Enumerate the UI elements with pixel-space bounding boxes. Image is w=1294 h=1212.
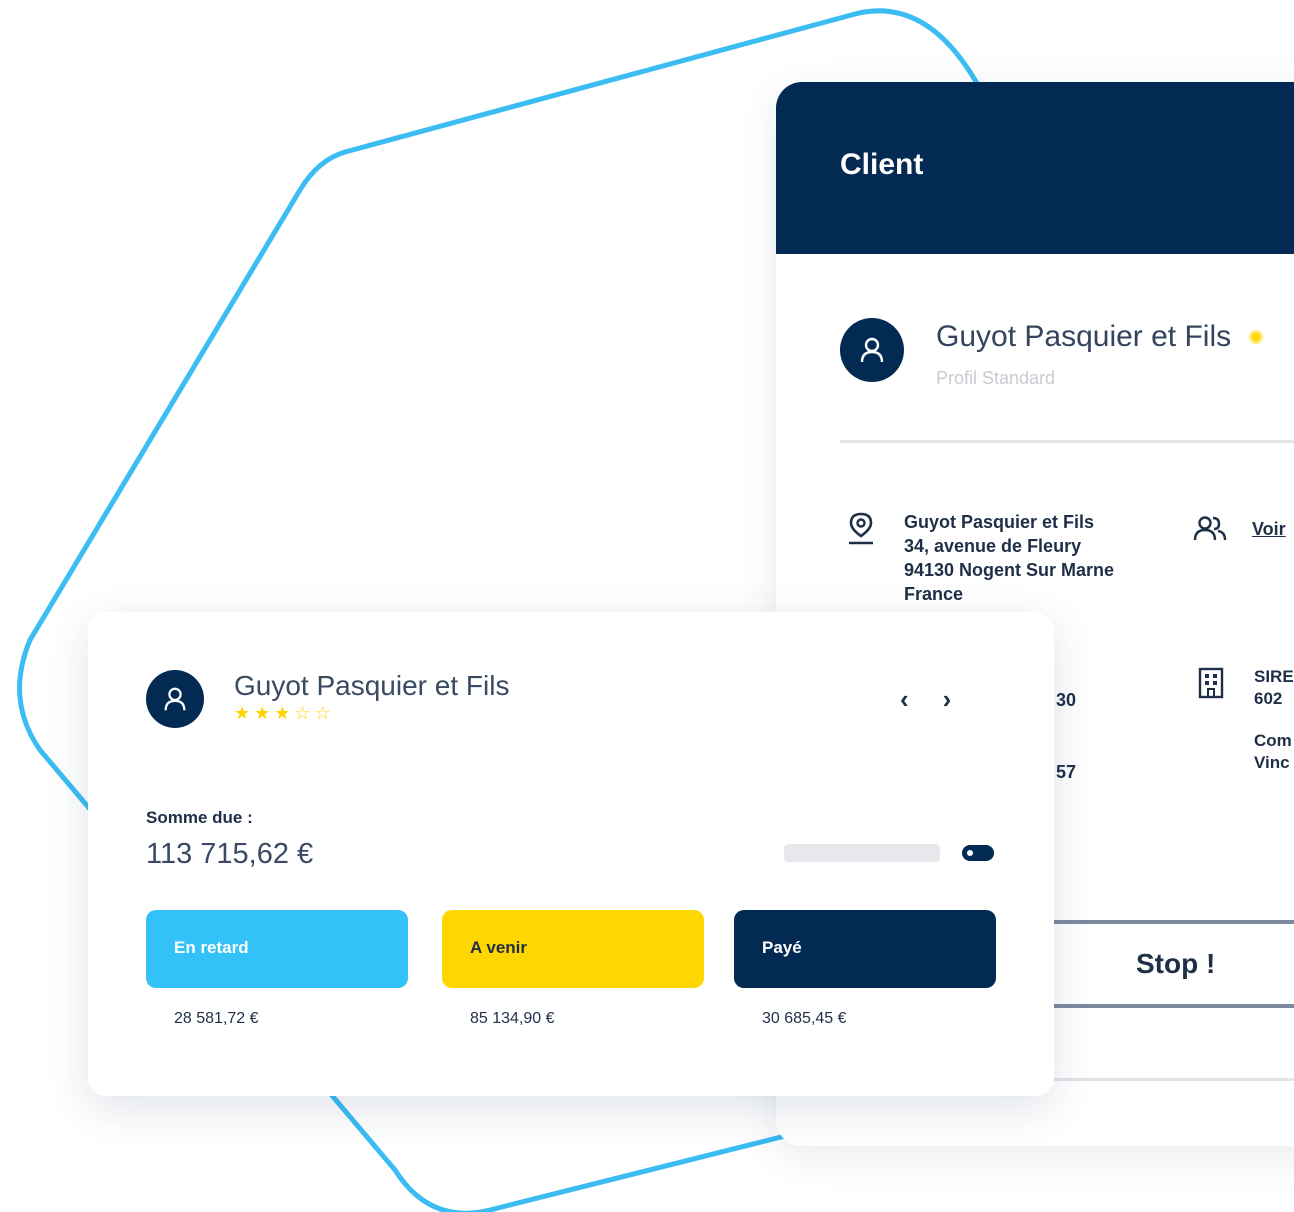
paid-amount: 30 685,45 € (762, 1010, 847, 1027)
status-tile-paid[interactable]: Payé (734, 910, 996, 988)
address-lines: Guyot Pasquier et Fils 34, avenue de Fle… (904, 510, 1114, 606)
divider (840, 440, 1294, 443)
client-profile: Guyot Pasquier et Fils Profil Standard (840, 318, 1264, 389)
building-icon (1198, 667, 1224, 699)
visibility-toggle[interactable] (962, 845, 994, 861)
stop-button-area: Stop ! (1016, 920, 1294, 1008)
late-amount: 28 581,72 € (174, 1010, 259, 1027)
view-contacts-link[interactable]: Voir (1252, 519, 1286, 540)
upcoming-amount: 85 134,90 € (470, 1010, 555, 1027)
address-line: 94130 Nogent Sur Marne (904, 560, 1115, 580)
siret-label: SIRE (1254, 667, 1294, 686)
summary-company-name: Guyot Pasquier et Fils (234, 670, 510, 701)
star-empty-icon: ☆ (294, 703, 311, 723)
client-company-name-text: Guyot Pasquier et Fils (936, 320, 1232, 353)
address-block: Guyot Pasquier et Fils 34, avenue de Fle… (846, 510, 1114, 606)
address-line: France (904, 584, 964, 604)
commune-label: Com (1254, 731, 1292, 750)
siret-value: 602 (1254, 689, 1283, 708)
location-pin-icon (849, 512, 873, 545)
status-tile-upcoming[interactable]: A venir (442, 910, 704, 988)
star-empty-icon: ☆ (314, 703, 331, 723)
previous-arrow-button[interactable]: ‹ (900, 684, 909, 715)
profile-type-label: Profil Standard (936, 368, 1056, 388)
avatar (146, 670, 204, 728)
divider (1046, 1078, 1294, 1081)
user-icon (164, 687, 186, 711)
client-company-name: Guyot Pasquier et Fils (936, 320, 1264, 354)
siret-block: SIRE 602 Com Vinc (1196, 666, 1294, 774)
siret-lines: SIRE 602 Com Vinc (1254, 666, 1294, 774)
summary-header: Guyot Pasquier et Fils ★ ★ ★ ☆ ☆ (146, 670, 509, 728)
phone-fragment: 30 (1056, 690, 1077, 710)
star-filled-icon: ★ (234, 703, 251, 723)
users-icon (1193, 516, 1227, 541)
address-line: Guyot Pasquier et Fils (904, 512, 1095, 532)
payment-summary-card: Guyot Pasquier et Fils ★ ★ ★ ☆ ☆ ‹ › Som… (88, 612, 1054, 1096)
stop-button[interactable]: Stop ! (1136, 948, 1215, 980)
phone-fragment: 57 (1056, 762, 1077, 782)
avatar (840, 318, 904, 382)
stage: Client Guyot Pasquier et Fils Profil Sta… (0, 0, 1294, 1212)
status-tile-late[interactable]: En retard (146, 910, 408, 988)
masked-value-bar (784, 844, 940, 862)
amount-due-label: Somme due : (146, 808, 253, 827)
star-filled-icon: ★ (254, 703, 271, 723)
rating-stars: ★ ★ ★ ☆ ☆ (234, 704, 509, 722)
status-dot-icon (1249, 330, 1264, 344)
next-arrow-button[interactable]: › (943, 684, 952, 715)
client-panel-title: Client (776, 82, 1294, 254)
commune-value: Vinc (1254, 753, 1290, 772)
address-line: 34, avenue de Fleury (904, 536, 1082, 556)
contacts-link-group[interactable]: Voir (1192, 514, 1286, 544)
pager: ‹ › (900, 684, 951, 715)
user-icon (860, 337, 884, 363)
star-filled-icon: ★ (274, 703, 291, 723)
amount-due-value: 113 715,62 € (146, 838, 314, 870)
